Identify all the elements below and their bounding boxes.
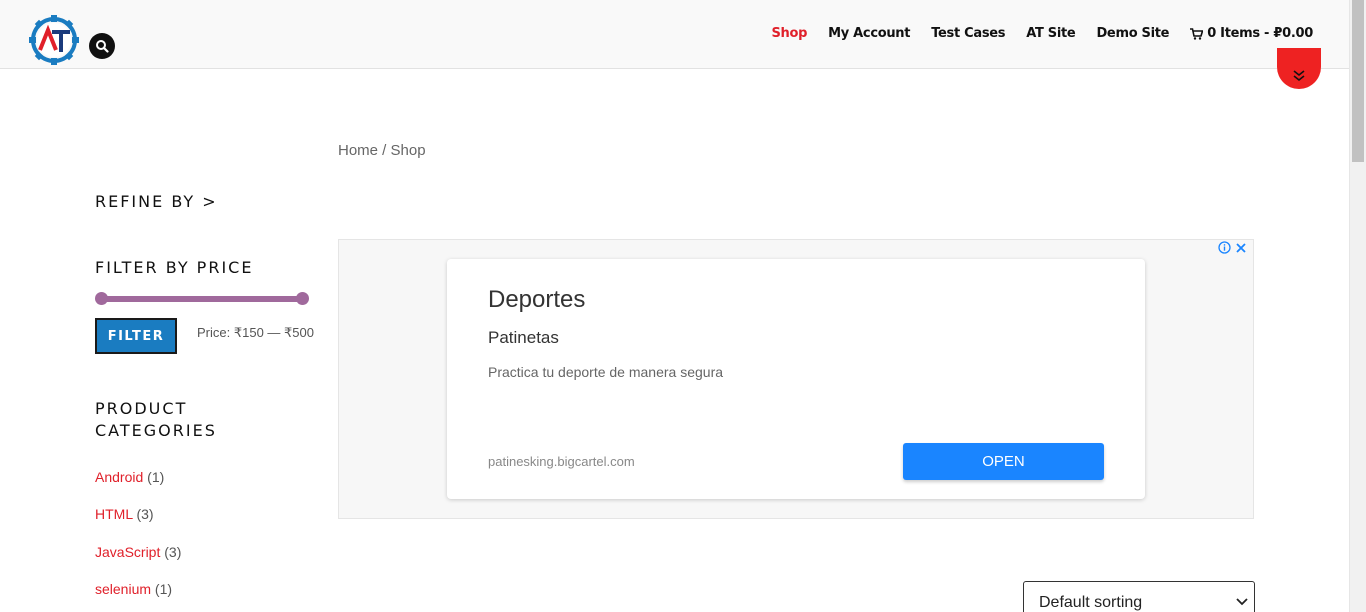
cart-label: 0 Items - ₽0.00 [1207, 26, 1313, 41]
cart-icon [1190, 27, 1204, 40]
cart-link[interactable]: 0 Items - ₽0.00 [1190, 26, 1313, 41]
ad-title: Deportes [488, 286, 586, 313]
nav-at-site[interactable]: AT Site [1026, 26, 1076, 41]
breadcrumb-home[interactable]: Home [338, 142, 378, 159]
nav-demo-site[interactable]: Demo Site [1096, 26, 1169, 41]
filter-button[interactable]: FILTER [95, 318, 177, 354]
price-range-label: Price: ₹150 — ₹500 [197, 325, 314, 340]
nav-shop[interactable]: Shop [771, 26, 807, 41]
chevron-down-icon [1236, 598, 1248, 606]
category-link-android[interactable]: Android [95, 469, 143, 485]
sort-select[interactable]: Default sorting [1023, 581, 1255, 612]
category-item: selenium (1) [95, 581, 172, 597]
page-scrollbar[interactable] [1349, 0, 1366, 612]
category-item: Android (1) [95, 469, 164, 485]
scrollbar-thumb[interactable] [1352, 0, 1364, 162]
sort-selected-value: Default sorting [1039, 594, 1143, 611]
ad-card[interactable]: Deportes Patinetas Practica tu deporte d… [447, 259, 1145, 499]
product-categories-title-line1: PRODUCT [95, 399, 188, 418]
search-button[interactable] [89, 33, 115, 59]
price-slider-max-handle[interactable] [296, 292, 309, 305]
main-nav: Shop My Account Test Cases AT Site Demo … [771, 26, 1313, 41]
category-count: (3) [164, 544, 182, 560]
site-logo[interactable] [28, 14, 80, 66]
category-link-selenium[interactable]: selenium [95, 581, 151, 597]
filter-by-price-title: FILTER BY PRICE [95, 258, 254, 277]
breadcrumb-current: Shop [390, 142, 426, 159]
ad-subtitle: Patinetas [488, 328, 559, 347]
nav-my-account[interactable]: My Account [828, 26, 910, 41]
category-link-html[interactable]: HTML [95, 506, 133, 522]
category-link-javascript[interactable]: JavaScript [95, 544, 160, 560]
nav-test-cases[interactable]: Test Cases [931, 26, 1005, 41]
category-item: JavaScript (3) [95, 544, 181, 560]
ad-open-button[interactable]: OPEN [903, 443, 1104, 480]
price-slider-min-handle[interactable] [95, 292, 108, 305]
breadcrumb-separator: / [378, 142, 391, 159]
category-count: (1) [154, 581, 173, 597]
search-icon [96, 40, 109, 53]
ad-controls [1218, 241, 1247, 254]
header-toggle-button[interactable] [1277, 48, 1321, 89]
price-slider-track [101, 296, 303, 302]
site-header: Shop My Account Test Cases AT Site Demo … [0, 0, 1349, 69]
category-count: (1) [147, 469, 165, 485]
breadcrumb: Home / Shop [338, 142, 426, 159]
chevron-double-down-icon [1293, 70, 1305, 82]
ad-description: Practica tu deporte de manera segura [488, 364, 724, 380]
ad-frame: Deportes Patinetas Practica tu deporte d… [338, 239, 1254, 519]
ad-close-icon[interactable] [1235, 242, 1247, 254]
category-item: HTML (3) [95, 506, 154, 522]
ad-info-icon[interactable] [1218, 241, 1231, 254]
ad-url[interactable]: patinesking.bigcartel.com [488, 454, 635, 469]
price-slider[interactable] [95, 292, 309, 305]
refine-by-title: REFINE BY > [95, 192, 218, 211]
category-count: (3) [136, 506, 154, 522]
product-categories-title-line2: CATEGORIES [95, 421, 217, 440]
